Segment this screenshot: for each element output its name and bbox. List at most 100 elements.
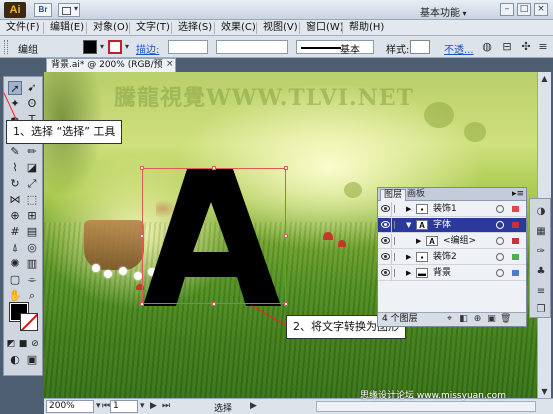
visibility-eye-icon[interactable] [381,221,390,228]
scroll-up-arrow-icon[interactable]: ▲ [538,72,551,85]
arrange-documents-button[interactable] [58,3,80,17]
panel-menu-icon[interactable]: ≡ [536,40,550,54]
slice-tool-icon[interactable]: ⌯ [25,273,39,287]
swatches-panel-icon[interactable]: ▦ [534,225,548,239]
chevron-down-icon[interactable]: ▾ [123,40,131,54]
menu-type[interactable]: 文字(T) [136,21,170,35]
delete-layer-icon[interactable]: 🗑 [500,314,511,325]
graphic-style-swatch[interactable] [410,40,430,54]
tab-layers[interactable]: 图层 [380,189,407,201]
screen-mode-icon[interactable]: ▣ [25,353,39,367]
blob-brush-icon[interactable]: ⌇ [8,161,22,175]
color-panel-icon[interactable]: ◑ [534,205,548,219]
lock-toggle[interactable] [394,269,402,277]
last-artboard-icon[interactable]: ⏭ [162,400,170,413]
menu-help[interactable]: 帮助(H) [349,21,384,35]
expand-down-icon[interactable]: ▼ [406,218,411,232]
scroll-down-arrow-icon[interactable]: ▼ [538,385,551,398]
layer-row[interactable]: ▶ A <编组> [378,234,526,249]
column-graph-icon[interactable]: ▥ [25,257,39,271]
new-layer-icon[interactable]: ▣ [486,314,497,325]
stroke-weight-field[interactable] [168,40,208,54]
brushes-panel-icon[interactable]: ✑ [534,245,548,259]
menu-file[interactable]: 文件(F) [6,21,40,35]
expand-right-icon[interactable]: ▶ [406,202,411,216]
new-sublayer-icon[interactable]: ⊕ [472,314,483,325]
eyedropper-icon[interactable]: ⍋ [8,241,22,255]
none-color-icon[interactable]: ⊘ [30,337,40,351]
horizontal-scrollbar[interactable] [316,401,536,412]
artboard-number-field[interactable]: 1 [110,400,138,413]
opacity-panel-link[interactable]: 不透... [444,41,474,56]
workspace-switcher[interactable]: 基本功能 [420,4,467,19]
recolor-artwork-icon[interactable]: ◍ [480,40,494,54]
draw-mode-icon[interactable]: ◐ [8,353,22,367]
resize-handle[interactable] [284,166,288,170]
color-mode-icon[interactable]: ■ [18,337,28,351]
brush-definition-select[interactable] [296,40,374,54]
lasso-icon[interactable]: ʘ [25,97,39,111]
expand-right-icon[interactable]: ▶ [416,234,421,248]
stroke-panel-link[interactable]: 描边: [136,41,159,56]
stroke-panel-icon[interactable]: ≡ [534,285,548,299]
scale-tool-icon[interactable]: ⤢ [25,177,39,191]
chevron-down-icon[interactable]: ▾ [98,40,106,54]
target-circle-icon[interactable] [496,269,504,277]
direct-selection-tool-icon[interactable]: ➹ [25,81,39,95]
symbol-sprayer-icon[interactable]: ✺ [8,257,22,271]
expand-right-icon[interactable]: ▶ [406,250,411,264]
close-icon[interactable]: × [166,59,174,69]
layers-panel-icon[interactable]: ❐ [534,303,548,317]
visibility-eye-icon[interactable] [381,237,390,244]
tab-artboards[interactable]: 画板 [404,189,428,200]
free-transform-icon[interactable]: ⬚ [25,193,39,207]
symbols-panel-icon[interactable]: ♣ [534,265,548,279]
stroke-color-swatch[interactable] [108,40,122,54]
control-bar-grip[interactable] [4,40,8,54]
clipping-mask-icon[interactable]: ◧ [458,314,469,325]
variable-width-profile-select[interactable] [216,40,288,54]
visibility-eye-icon[interactable] [381,253,390,260]
locate-object-icon[interactable]: ⌖ [444,314,455,325]
fill-color-swatch[interactable] [83,40,97,54]
layer-name[interactable]: 字体 [433,218,451,232]
isolate-group-icon[interactable]: ⊟ [500,40,514,54]
layer-name[interactable]: 背景 [433,266,451,280]
menu-effect[interactable]: 效果(C) [221,21,256,35]
layer-row[interactable]: ▶ ▪ 装饰1 [378,202,526,217]
menu-window[interactable]: 窗口(W) [306,21,344,35]
visibility-eye-icon[interactable] [381,205,390,212]
lock-toggle[interactable] [394,221,402,229]
first-artboard-icon[interactable]: ⏮ [102,400,110,413]
status-menu-arrow-icon[interactable]: ▶ [250,400,257,413]
expand-right-icon[interactable]: ▶ [406,266,411,280]
layer-row[interactable]: ▶ ▪ 装饰2 [378,250,526,265]
artboard-tool-icon[interactable]: ▢ [8,273,22,287]
selection-tool-icon[interactable]: ➚ [8,81,22,95]
stroke-color-box[interactable] [20,313,38,331]
resize-handle[interactable] [212,302,216,306]
menu-view[interactable]: 视图(V) [263,21,298,35]
layer-row[interactable]: ▶ ▬ 背景 [378,266,526,281]
hand-tool-icon[interactable]: ✋ [8,289,22,303]
resize-handle[interactable] [140,234,144,238]
minimize-button[interactable]: – [500,3,514,16]
layer-row[interactable]: ▼ A 字体 [378,218,526,233]
menu-edit[interactable]: 编辑(E) [50,21,84,35]
visibility-eye-icon[interactable] [381,269,390,276]
document-tab[interactable]: 背景.ai* @ 200% (RGB/预览) [46,58,176,83]
resize-handle[interactable] [140,302,144,306]
layer-name[interactable]: <编组> [443,234,476,248]
resize-handle[interactable] [212,166,216,170]
lock-toggle[interactable] [394,205,402,213]
chevron-down-icon[interactable]: ▾ [140,400,145,413]
pencil-icon[interactable]: ✏ [25,145,39,159]
zoom-level-field[interactable]: 200% [46,400,94,413]
width-tool-icon[interactable]: ⋈ [8,193,22,207]
resize-handle[interactable] [284,234,288,238]
maximize-button[interactable]: □ [517,3,531,16]
menu-object[interactable]: 对象(O) [93,21,129,35]
close-window-button[interactable]: × [534,3,548,16]
resize-handle[interactable] [284,302,288,306]
selection-bounding-box[interactable] [142,168,286,304]
